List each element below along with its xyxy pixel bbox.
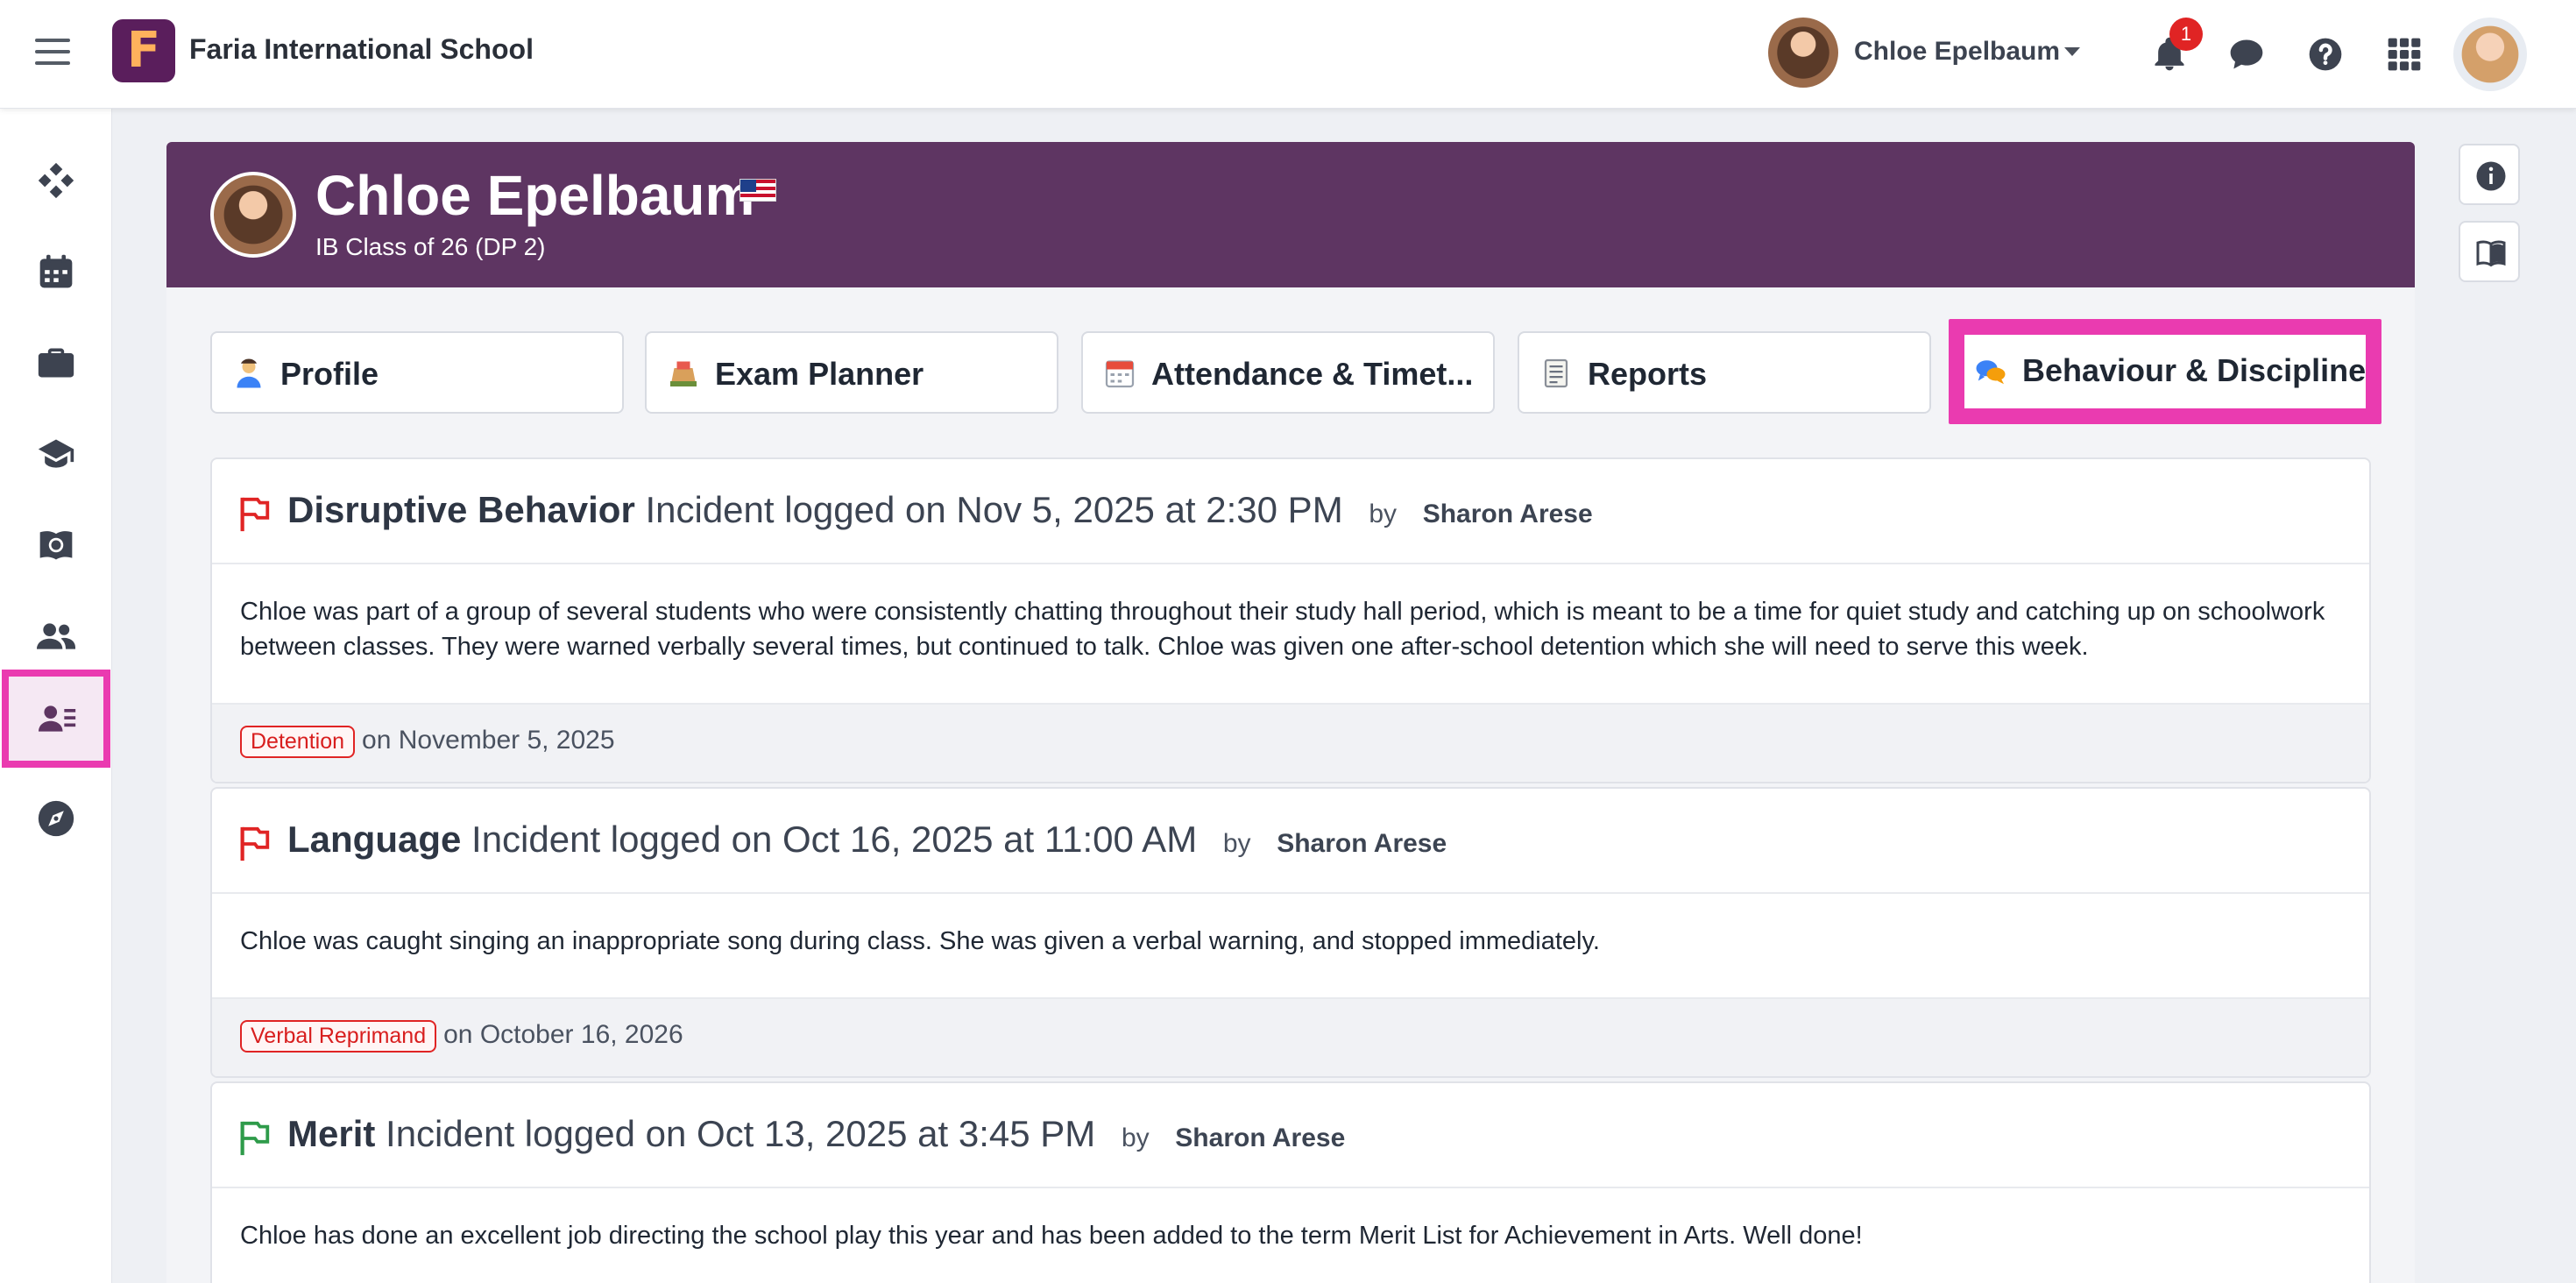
- incident-author[interactable]: Sharon Arese: [1175, 1124, 1345, 1152]
- incident-footer: Verbal Reprimand on October 16, 2026: [212, 997, 2369, 1076]
- incident-logged: Incident logged on Oct 13, 2025 at 3:45 …: [386, 1113, 1096, 1154]
- apps-grid-icon[interactable]: [2385, 35, 2424, 74]
- incident-title: Language Incident logged on Oct 16, 2025…: [287, 819, 1447, 861]
- incident-footer: Detention on November 5, 2025: [212, 703, 2369, 782]
- us-flag-icon: [740, 179, 776, 202]
- tab-profile[interactable]: Profile: [210, 331, 624, 414]
- user-name: Chloe Epelbaum: [1854, 37, 2061, 66]
- top-bar: F Faria International School Chloe Epelb…: [0, 0, 2576, 109]
- tab-behaviour-discipline[interactable]: Behaviour & Discipline: [1949, 319, 2381, 424]
- account-avatar[interactable]: [2453, 18, 2527, 91]
- guide-button[interactable]: [2459, 221, 2520, 282]
- action-tag: Detention: [240, 726, 356, 758]
- flag-icon: [240, 826, 270, 861]
- incident-description: Chloe was caught singing an inappropriat…: [240, 927, 1600, 955]
- student-banner: Chloe Epelbaum IB Class of 26 (DP 2): [166, 142, 2415, 287]
- tab-attendance-timetable[interactable]: Attendance & Timet...: [1081, 331, 1495, 414]
- incident-title: Merit Incident logged on Oct 13, 2025 at…: [287, 1113, 1345, 1155]
- people-icon[interactable]: [0, 591, 112, 682]
- incident-card: Merit Incident logged on Oct 13, 2025 at…: [210, 1081, 2371, 1283]
- school-name[interactable]: Faria International School: [189, 33, 534, 66]
- incident-description: Chloe has done an excellent job directin…: [240, 1222, 1863, 1250]
- briefcase-icon[interactable]: [0, 317, 112, 408]
- tab-label: Profile: [280, 356, 379, 392]
- student-icon: [237, 358, 261, 388]
- incident-by: by: [1222, 829, 1251, 858]
- incident-by: by: [1369, 500, 1398, 528]
- incident-title: Disruptive Behavior Incident logged on N…: [287, 489, 1593, 531]
- incident-by: by: [1121, 1124, 1150, 1152]
- exam-icon: [670, 361, 697, 386]
- incident-author[interactable]: Sharon Arese: [1423, 500, 1593, 528]
- action-date: on October 16, 2026: [443, 1020, 683, 1049]
- tab-reports[interactable]: Reports: [1518, 331, 1931, 414]
- incident-author[interactable]: Sharon Arese: [1277, 829, 1447, 858]
- open-book-icon: [2476, 240, 2506, 267]
- globe-book-icon[interactable]: [0, 500, 112, 591]
- graduation-cap-icon[interactable]: [0, 408, 112, 500]
- tab-label: Reports: [1588, 356, 1708, 392]
- student-profile-panel: Chloe Epelbaum IB Class of 26 (DP 2) Pro…: [166, 142, 2415, 1283]
- action-date: on November 5, 2025: [362, 726, 615, 755]
- student-class: IB Class of 26 (DP 2): [315, 233, 546, 260]
- info-button[interactable]: [2459, 144, 2520, 205]
- incident-card: Language Incident logged on Oct 16, 2025…: [210, 787, 2371, 1078]
- tab-label: Attendance & Timet...: [1151, 356, 1474, 392]
- user-avatar: [1768, 18, 1838, 88]
- tab-label: Behaviour & Discipline: [2022, 352, 2367, 388]
- calendar-icon: [1105, 360, 1135, 388]
- incident-header: Merit Incident logged on Oct 13, 2025 at…: [212, 1083, 2369, 1188]
- school-logo[interactable]: F: [112, 19, 175, 82]
- menu-icon[interactable]: [35, 39, 70, 68]
- incident-list: Disruptive Behavior Incident logged on N…: [210, 457, 2371, 1283]
- chat-icon[interactable]: [2227, 35, 2266, 74]
- report-icon: [1544, 358, 1568, 388]
- flag-icon: [240, 1121, 270, 1156]
- dashboard-icon[interactable]: [0, 135, 112, 226]
- action-tag: Verbal Reprimand: [240, 1020, 437, 1053]
- incident-header: Disruptive Behavior Incident logged on N…: [212, 459, 2369, 564]
- tab-label: Exam Planner: [715, 356, 924, 392]
- student-profiles-icon[interactable]: [2, 670, 110, 768]
- incident-type: Merit: [287, 1113, 376, 1154]
- incident-logged: Incident logged on Oct 16, 2025 at 11:00…: [471, 819, 1198, 860]
- incident-description: Chloe was part of a group of several stu…: [240, 598, 2325, 661]
- tab-exam-planner[interactable]: Exam Planner: [645, 331, 1058, 414]
- left-navigation: [0, 109, 112, 1283]
- help-icon[interactable]: [2306, 35, 2345, 74]
- incident-type: Language: [287, 819, 462, 860]
- student-avatar: [210, 172, 296, 258]
- calendar-icon[interactable]: [0, 226, 112, 317]
- chevron-down-icon: [2064, 47, 2080, 56]
- incident-logged: Incident logged on Nov 5, 2025 at 2:30 P…: [645, 489, 1343, 530]
- school-logo-letter: F: [126, 22, 161, 79]
- flag-icon: [240, 497, 270, 532]
- student-name: Chloe Epelbaum: [315, 164, 755, 227]
- compass-icon[interactable]: [0, 773, 112, 864]
- speech-bubbles-icon: [1976, 360, 2006, 385]
- incident-type: Disruptive Behavior: [287, 489, 635, 530]
- info-icon: [2476, 161, 2506, 191]
- incident-card: Disruptive Behavior Incident logged on N…: [210, 457, 2371, 783]
- notification-badge: 1: [2169, 18, 2203, 51]
- incident-header: Language Incident logged on Oct 16, 2025…: [212, 789, 2369, 894]
